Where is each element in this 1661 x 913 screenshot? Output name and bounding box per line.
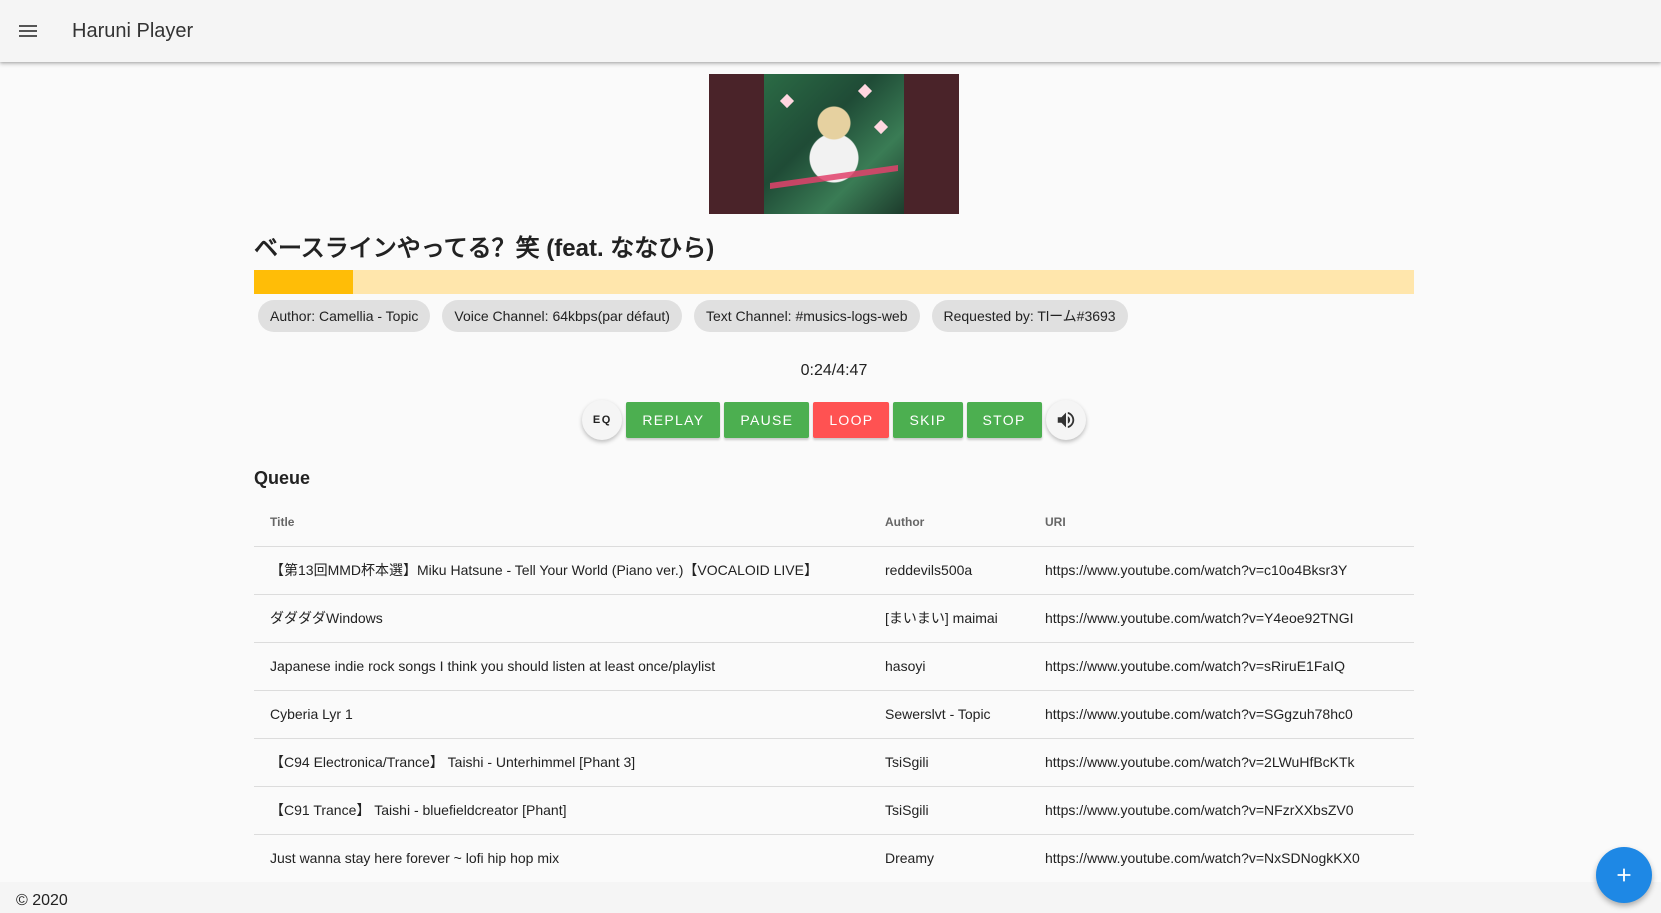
elapsed-time: 0:24/4:47 xyxy=(800,362,868,379)
row-uri: https://www.youtube.com/watch?v=sRiruE1F… xyxy=(1029,642,1414,691)
table-row[interactable]: Cyberia Lyr 1 Sewerslvt - Topic https://… xyxy=(254,690,1414,739)
volume-up-icon xyxy=(1057,411,1074,429)
column-header-author[interactable]: Author xyxy=(869,498,1029,547)
info-chips: Author: Camellia - Topic Voice Channel: … xyxy=(258,300,1414,332)
table-row[interactable]: ダダダダWindows [まいまい] maimai https://www.yo… xyxy=(254,594,1414,643)
album-cover xyxy=(709,74,959,214)
row-author: Sewerslvt - Topic xyxy=(869,690,1029,739)
column-header-title[interactable]: Title xyxy=(254,498,869,547)
row-title: 【C94 Electronica/Trance】 Taishi - Unterh… xyxy=(254,738,869,787)
row-title: Just wanna stay here forever ~ lofi hip … xyxy=(254,834,869,883)
progress-bar[interactable] xyxy=(254,270,1414,294)
requested-by-chip: Requested by: Tlーム#3693 xyxy=(931,300,1128,332)
eq-button[interactable]: EQ xyxy=(582,400,623,440)
queue-table: Title Author URI 【第13回MMD杯本選】Miku Hatsun… xyxy=(254,498,1414,883)
row-title: 【C91 Trance】 Taishi - bluefieldcreator [… xyxy=(254,786,869,835)
row-uri: https://www.youtube.com/watch?v=Y4eoe92T… xyxy=(1029,594,1414,643)
stop-button[interactable]: STOP xyxy=(966,402,1042,438)
playback-controls: EQ REPLAY PAUSE LOOP SKIP STOP xyxy=(254,400,1414,440)
text-channel-chip: Text Channel: #musics-logs-web xyxy=(693,300,920,332)
row-uri: https://www.youtube.com/watch?v=c10o4Bks… xyxy=(1029,546,1414,595)
menu-button[interactable] xyxy=(0,0,56,62)
loop-button[interactable]: LOOP xyxy=(813,402,890,438)
add-song-button[interactable] xyxy=(1596,847,1652,903)
table-row[interactable]: 【C94 Electronica/Trance】 Taishi - Unterh… xyxy=(254,738,1414,787)
table-row[interactable]: Just wanna stay here forever ~ lofi hip … xyxy=(254,834,1414,883)
row-title: 【第13回MMD杯本選】Miku Hatsune - Tell Your Wor… xyxy=(254,546,869,595)
pause-button[interactable]: PAUSE xyxy=(724,402,810,438)
song-title: ベースラインやってる？笑 (feat. ななひら) xyxy=(254,235,715,262)
voice-channel-chip: Voice Channel: 64kbps(par défaut) xyxy=(442,300,682,332)
row-author: TsiSgili xyxy=(869,738,1029,787)
plus-icon xyxy=(1617,868,1631,882)
replay-button[interactable]: REPLAY xyxy=(626,402,721,438)
menu-icon xyxy=(19,25,37,37)
progress-fill xyxy=(254,270,353,294)
volume-button[interactable] xyxy=(1045,400,1086,440)
queue-header-row: Title Author URI xyxy=(254,498,1414,547)
copyright-text: © 2020 xyxy=(16,892,68,909)
row-title: ダダダダWindows xyxy=(254,594,869,643)
row-author: TsiSgili xyxy=(869,786,1029,835)
app-title: Haruni Player xyxy=(72,19,194,42)
row-uri: https://www.youtube.com/watch?v=NFzrXXbs… xyxy=(1029,786,1414,835)
table-row[interactable]: Japanese indie rock songs I think you sh… xyxy=(254,642,1414,691)
table-row[interactable]: 【第13回MMD杯本選】Miku Hatsune - Tell Your Wor… xyxy=(254,546,1414,595)
author-chip: Author: Camellia - Topic xyxy=(258,300,431,332)
row-title: Cyberia Lyr 1 xyxy=(254,690,869,739)
row-uri: https://www.youtube.com/watch?v=2LWuHfBc… xyxy=(1029,738,1414,787)
footer: © 2020 xyxy=(0,882,1661,913)
row-author: hasoyi xyxy=(869,642,1029,691)
row-author: [まいまい] maimai xyxy=(869,594,1029,643)
queue-title: Queue xyxy=(254,468,311,488)
column-header-uri[interactable]: URI xyxy=(1029,498,1414,547)
table-row[interactable]: 【C91 Trance】 Taishi - bluefieldcreator [… xyxy=(254,786,1414,835)
skip-button[interactable]: SKIP xyxy=(893,402,963,438)
row-title: Japanese indie rock songs I think you sh… xyxy=(254,642,869,691)
row-uri: https://www.youtube.com/watch?v=NxSDNogk… xyxy=(1029,834,1414,883)
row-author: reddevils500a xyxy=(869,546,1029,595)
row-author: Dreamy xyxy=(869,834,1029,883)
row-uri: https://www.youtube.com/watch?v=SGgzuh78… xyxy=(1029,690,1414,739)
player-main: ベースラインやってる？笑 (feat. ななひら) Author: Camell… xyxy=(254,74,1414,883)
app-bar: Haruni Player xyxy=(0,0,1661,62)
cover-artwork xyxy=(764,74,904,214)
